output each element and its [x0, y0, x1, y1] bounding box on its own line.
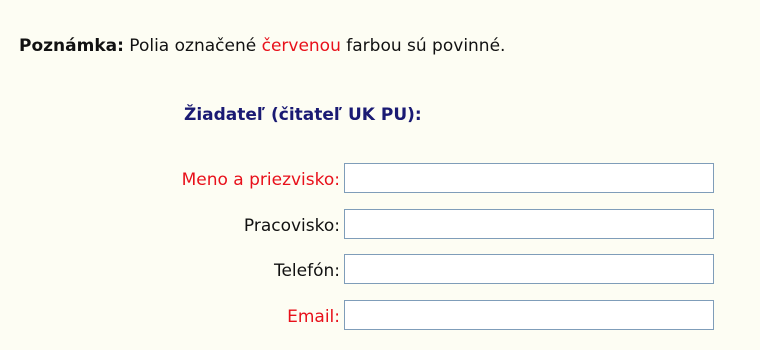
form-row-email: Email: [0, 300, 760, 334]
required-fields-note: Poznámka: Polia označené červenou farbou… [19, 36, 505, 56]
workplace-input[interactable] [344, 209, 714, 239]
form-row-workplace: Pracovisko: [0, 209, 760, 243]
form-row-phone: Telefón: [0, 254, 760, 288]
note-highlight: červenou [261, 36, 341, 56]
note-text-before: Polia označené [123, 36, 262, 56]
workplace-label: Pracovisko: [243, 216, 340, 236]
note-text-after: farbou sú povinné. [340, 36, 506, 56]
name-label: Meno a priezvisko: [181, 170, 340, 190]
form-row-name: Meno a priezvisko: [0, 163, 760, 197]
email-label: Email: [287, 307, 340, 327]
phone-input[interactable] [344, 254, 714, 284]
email-input[interactable] [344, 300, 714, 330]
note-prefix: Poznámka: [19, 36, 124, 56]
name-input[interactable] [344, 163, 714, 193]
section-title: Žiadateľ (čitateľ UK PU): [184, 105, 422, 125]
phone-label: Telefón: [273, 261, 340, 281]
